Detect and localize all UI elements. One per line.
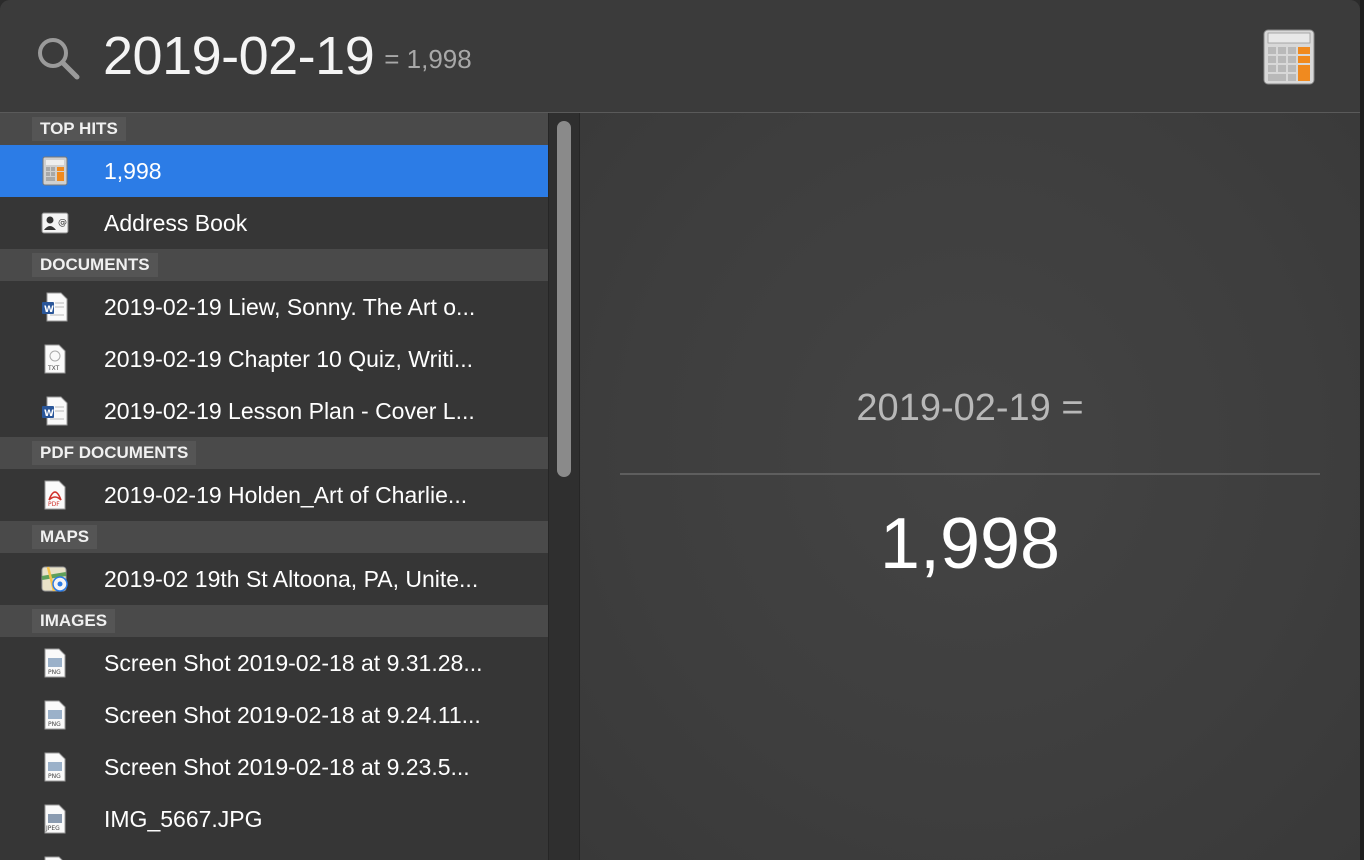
result-label: Screen Shot 2019-02-18 at 9.31.28... <box>104 650 483 676</box>
word-doc-icon: W <box>42 292 68 322</box>
section-header-maps: MAPS <box>0 521 548 553</box>
results-list: TOP HITS 1,998 @ Address Book DOCUMENTS <box>0 113 548 860</box>
file-icon <box>44 856 63 860</box>
preview-pane: 2019-02-19 = 1,998 <box>580 113 1360 860</box>
maps-icon <box>41 566 68 592</box>
svg-text:TXT: TXT <box>47 365 60 372</box>
result-label: Address Book <box>104 210 248 236</box>
preview-divider <box>620 473 1320 475</box>
result-item-image[interactable]: PNG Screen Shot 2019-02-18 at 9.31.28... <box>0 637 548 689</box>
svg-text:PDF: PDF <box>48 501 60 508</box>
result-label: 2019-02-19 Liew, Sonny. The Art o... <box>104 294 476 320</box>
result-label: 2019-02-19 Holden_Art of Charlie... <box>104 482 468 508</box>
result-item-address-book[interactable]: @ Address Book <box>0 197 548 249</box>
section-header-images: IMAGES <box>0 605 548 637</box>
jpeg-file-icon: JPEG <box>44 804 66 834</box>
search-input[interactable]: 2019-02-19 = 1,998 <box>103 26 472 89</box>
preview-result-value: 1,998 <box>879 504 1061 584</box>
result-item-calculation[interactable]: 1,998 <box>0 145 548 197</box>
result-item-image[interactable]: PNG Screen Shot 2019-02-18 at 9.24.11... <box>0 689 548 741</box>
png-file-icon: PNG <box>44 752 66 782</box>
section-header-documents: DOCUMENTS <box>0 249 548 281</box>
result-item-document[interactable]: TXT 2019-02-19 Chapter 10 Quiz, Writi... <box>0 333 548 385</box>
result-item-document[interactable]: W 2019-02-19 Liew, Sonny. The Art o... <box>0 281 548 333</box>
result-item-pdf[interactable]: PDF 2019-02-19 Holden_Art of Charlie... <box>0 469 548 521</box>
address-book-icon: @ <box>41 212 69 234</box>
result-item-document[interactable]: W 2019-02-19 Lesson Plan - Cover L... <box>0 385 548 437</box>
word-doc-icon: W <box>42 396 68 426</box>
search-query-text: 2019-02-19 <box>103 26 375 86</box>
svg-text:PNG: PNG <box>48 669 61 676</box>
result-item-image[interactable]: JPEG IMG_5667.JPG <box>0 793 548 845</box>
search-icon <box>38 38 80 80</box>
scrollbar-thumb[interactable] <box>557 121 571 477</box>
svg-text:PNG: PNG <box>48 773 61 780</box>
svg-text:PNG: PNG <box>48 721 61 728</box>
result-label: 2019-02-19 Chapter 10 Quiz, Writi... <box>104 346 474 372</box>
png-file-icon: PNG <box>44 700 66 730</box>
svg-text:W: W <box>44 305 54 315</box>
pdf-doc-icon: PDF <box>44 480 66 510</box>
search-bar: 2019-02-19 = 1,998 <box>0 0 1360 113</box>
section-header-top-hits: TOP HITS <box>0 113 548 145</box>
calculator-icon <box>42 156 68 186</box>
result-label: IMG_5667.JPG <box>104 806 263 832</box>
preview-expression: 2019-02-19 = <box>856 387 1084 429</box>
result-label: Screen Shot 2019-02-18 at 9.23.5... <box>104 754 470 780</box>
calculator-app-icon <box>1263 29 1315 85</box>
result-item-image[interactable]: PNG Screen Shot 2019-02-18 at 9.23.5... <box>0 741 548 793</box>
svg-text:@: @ <box>58 218 67 228</box>
svg-text:W: W <box>44 409 54 419</box>
result-label: 1,998 <box>104 158 162 184</box>
svg-text:JPEG: JPEG <box>45 825 60 832</box>
result-item-map[interactable]: 2019-02 19th St Altoona, PA, Unite... <box>0 553 548 605</box>
window-edge <box>1360 0 1364 860</box>
result-item-partial[interactable] <box>0 845 548 860</box>
spotlight-window: 2019-02-19 = 1,998 TOP HITS 1,998 @ Addr… <box>0 0 1360 860</box>
inline-calculation-result: = 1,998 <box>384 44 472 74</box>
txt-doc-icon: TXT <box>44 344 66 374</box>
result-label: Screen Shot 2019-02-18 at 9.24.11... <box>104 702 481 728</box>
png-file-icon: PNG <box>44 648 66 678</box>
results-scrollbar[interactable] <box>548 113 580 860</box>
section-header-pdf-documents: PDF DOCUMENTS <box>0 437 548 469</box>
result-label: 2019-02 19th St Altoona, PA, Unite... <box>104 566 479 592</box>
result-label: 2019-02-19 Lesson Plan - Cover L... <box>104 398 475 424</box>
